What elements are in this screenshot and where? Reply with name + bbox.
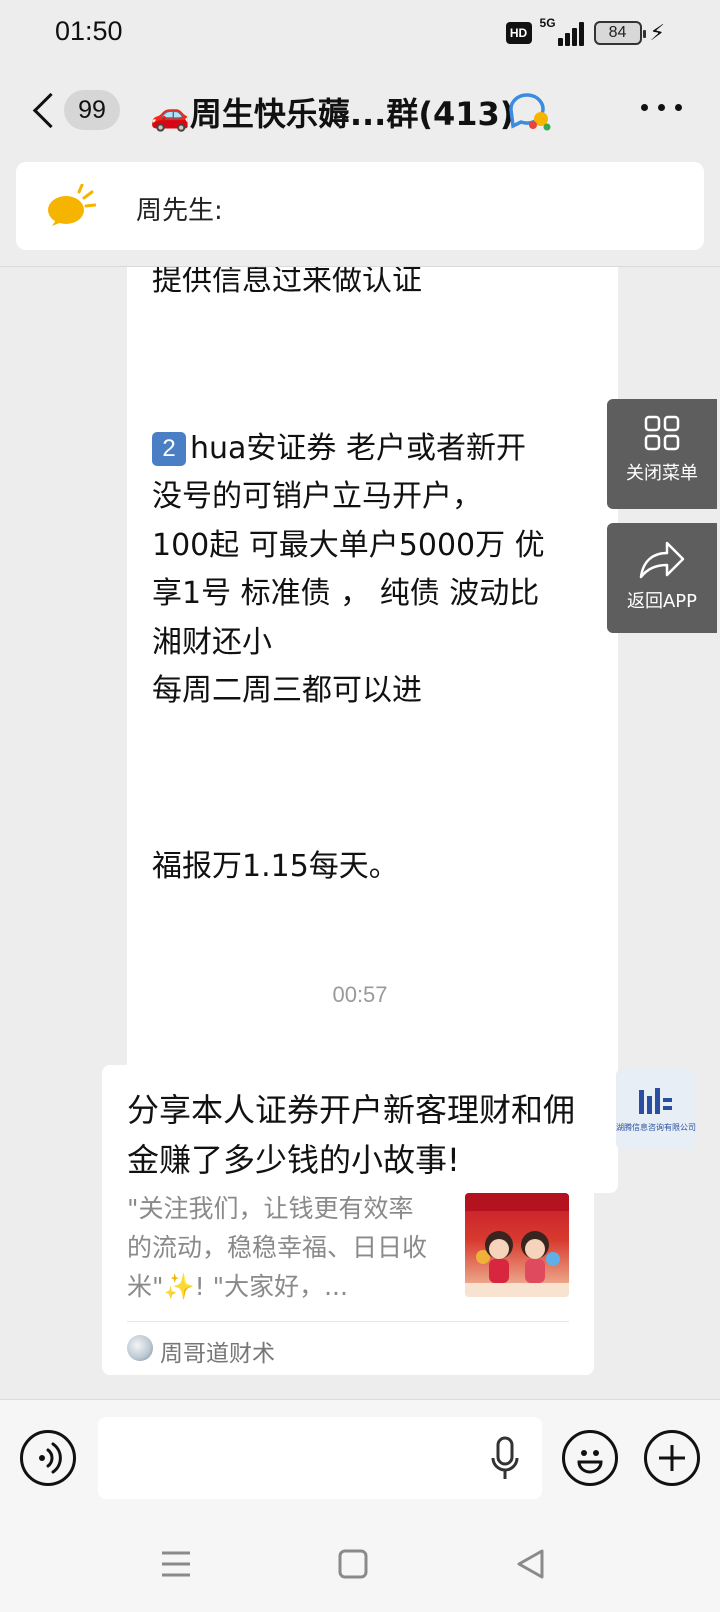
- message-input[interactable]: [98, 1417, 542, 1499]
- back-triangle-icon[interactable]: [515, 1548, 545, 1580]
- back-to-app-button[interactable]: 返回APP: [607, 523, 717, 633]
- status-bar: 01:50 HD 5G 84 ⚡: [0, 0, 720, 64]
- shared-article-card[interactable]: 分享本人证券开户新客理财和佣金赚了多少钱的小故事! "关注我们，让钱更有效率的流…: [102, 1065, 594, 1375]
- card-divider: [127, 1321, 569, 1322]
- voice-icon: [39, 1442, 62, 1474]
- share-arrow-icon: [639, 541, 685, 579]
- article-thumbnail: [465, 1193, 569, 1297]
- signal-icon: 5G: [540, 16, 586, 46]
- chat-bubbles-icon: [509, 93, 551, 131]
- company-name: 湖腾信息咨询有限公司: [616, 1122, 696, 1132]
- source-avatar: [127, 1335, 153, 1361]
- plus-icon: [659, 1445, 685, 1471]
- network-type: 5G: [539, 16, 556, 30]
- article-source: 周哥道财术: [160, 1341, 275, 1367]
- microphone-icon[interactable]: [490, 1436, 520, 1482]
- home-icon[interactable]: [338, 1549, 368, 1579]
- company-logo-icon: [639, 1087, 672, 1114]
- message-line: 提供信息过来做认证: [152, 267, 422, 298]
- unread-count-badge[interactable]: 99: [64, 90, 120, 130]
- chat-title: 🚗周生快乐薅...群(413): [150, 95, 515, 133]
- article-title: 分享本人证券开户新客理财和佣金赚了多少钱的小故事!: [127, 1091, 576, 1179]
- article-description: "关注我们，让钱更有效率的流动，稳稳幸福、日日收米"✨! "大家好，...: [127, 1194, 428, 1301]
- voice-toggle-button[interactable]: [20, 1430, 76, 1486]
- charging-icon: ⚡: [649, 20, 665, 46]
- message-line: 每周二周三都可以进: [152, 673, 422, 708]
- hd-icon: HD: [505, 22, 532, 44]
- close-menu-label: 关闭菜单: [626, 463, 698, 484]
- status-time: 01:50: [55, 16, 123, 46]
- more-options-button[interactable]: [641, 104, 682, 111]
- pinned-sender: 周先生:: [136, 196, 223, 226]
- message-line: 没号的可销户立马开户，: [152, 479, 482, 514]
- back-button[interactable]: [28, 88, 62, 132]
- system-navigation-bar: [0, 1515, 720, 1612]
- pinned-announcement[interactable]: 周先生:: [16, 162, 704, 250]
- message-line: 湘财还小: [152, 625, 272, 660]
- input-toolbar: [0, 1399, 720, 1515]
- message-line: 享1号 标准债 ， 纯债 波动比: [152, 576, 540, 611]
- battery-icon: 84: [593, 21, 646, 45]
- menu-icon[interactable]: [160, 1549, 192, 1579]
- sender-avatar[interactable]: 湖腾信息咨询有限公司: [616, 1069, 696, 1149]
- grid-icon: [644, 415, 680, 451]
- chat-header: 99 🚗周生快乐薅...群(413): [0, 64, 720, 160]
- number-2-icon: 2: [152, 432, 186, 466]
- status-icons: HD 5G 84 ⚡: [505, 16, 665, 48]
- message-line: 100起 可最大单户5000万 优: [152, 528, 545, 563]
- emoji-button[interactable]: [562, 1430, 618, 1486]
- message-line: 2 hua安证券 老户或者新开: [152, 423, 526, 467]
- message-timestamp: 00:57: [332, 982, 388, 1007]
- more-functions-button[interactable]: [644, 1430, 700, 1486]
- back-to-app-label: 返回APP: [626, 591, 698, 612]
- announcement-icon: [48, 184, 96, 226]
- close-menu-button[interactable]: 关闭菜单: [607, 399, 717, 509]
- message-line: 福报万1.15每天。: [152, 849, 399, 884]
- message-bubble[interactable]: 提供信息过来做认证 2 hua安证券 老户或者新开 没号的可销户立马开户， 100…: [127, 267, 618, 1193]
- smiley-icon: [577, 1450, 603, 1474]
